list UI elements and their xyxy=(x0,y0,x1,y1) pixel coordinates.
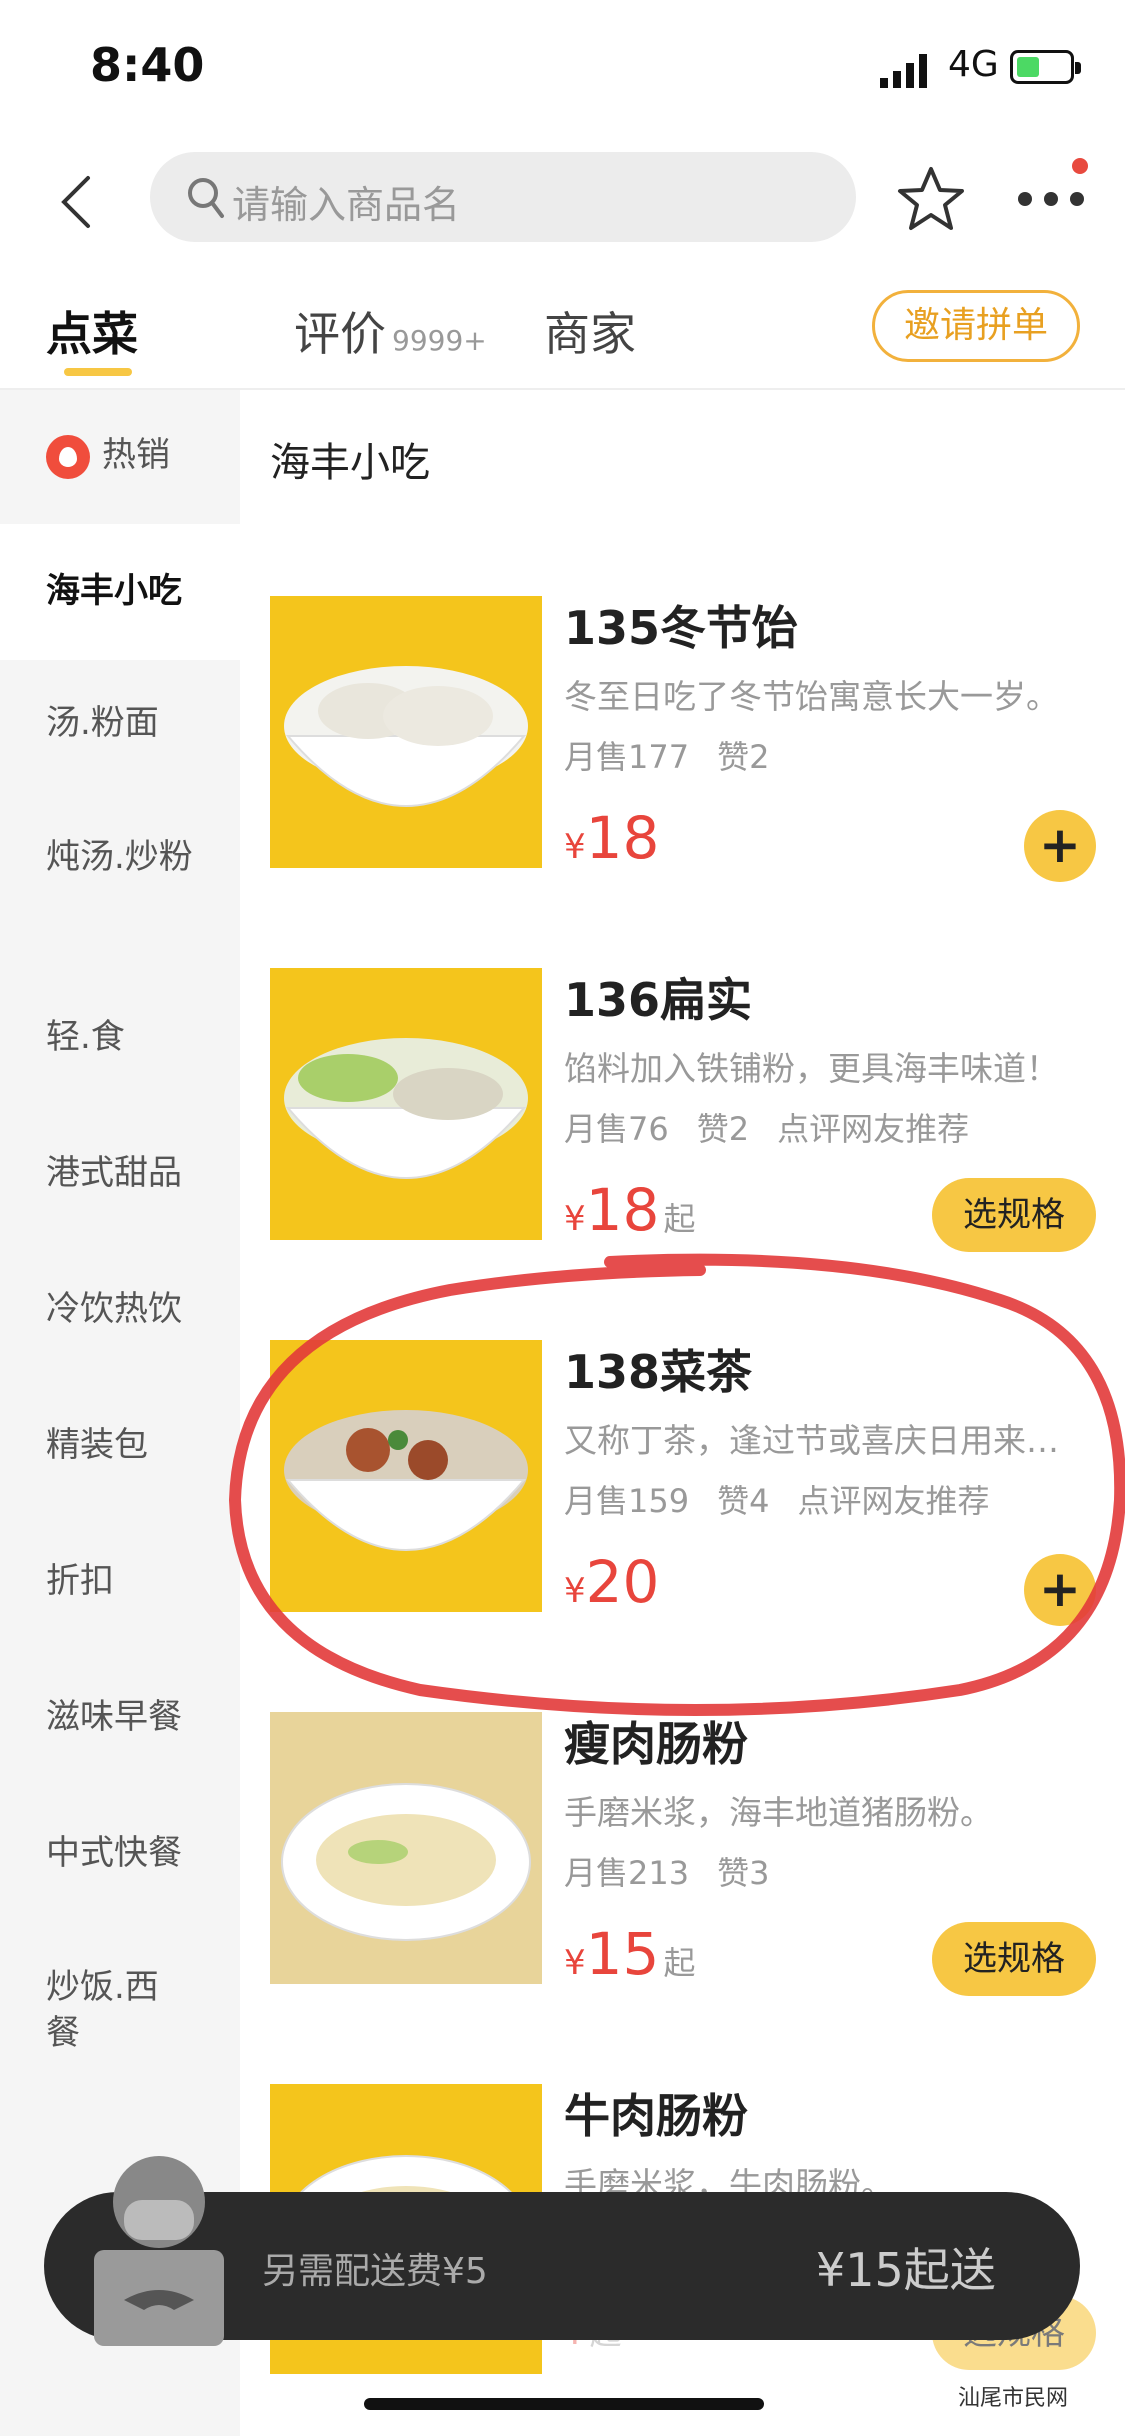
tab-order[interactable]: 点菜 xyxy=(46,298,138,364)
currency-symbol: ¥ xyxy=(564,1943,586,1983)
search-placeholder: 请输入商品名 xyxy=(232,183,461,227)
product-description: 冬至日吃了冬节饴寓意长大一岁。 xyxy=(564,677,1059,716)
reviews-count: 9999+ xyxy=(392,324,487,357)
product-price: ¥18 xyxy=(564,804,659,872)
currency-symbol: ¥ xyxy=(564,827,586,867)
sidebar-item-drinks[interactable]: 冷饮热饮 xyxy=(0,1286,240,1332)
product-price: ¥20 xyxy=(564,1548,659,1616)
notification-dot xyxy=(1072,158,1088,174)
tab-active-indicator xyxy=(64,368,132,376)
sidebar-item-label: 中式快餐 xyxy=(46,1833,182,1873)
sidebar-item-light-meal[interactable]: 轻.食 xyxy=(0,1014,240,1060)
product-stats: 月售213 赞3 xyxy=(564,1848,797,1894)
status-time: 8:40 xyxy=(90,38,205,92)
watermark: 汕尾市民网 xyxy=(958,2386,1069,2411)
soup-bowl-image xyxy=(284,1038,528,1179)
back-icon[interactable] xyxy=(56,172,96,232)
likes-count: 赞2 xyxy=(696,1110,750,1148)
sidebar-item-hot[interactable]: 热销 xyxy=(0,432,240,479)
rice-tea-bowl-image xyxy=(284,1410,528,1551)
sidebar-item-label: 炒饭.西餐 xyxy=(46,1967,159,2053)
price-value: 20 xyxy=(585,1548,660,1616)
product-name: 135冬节饴 xyxy=(564,601,799,655)
favorite-star-icon[interactable] xyxy=(896,164,966,234)
product-description: 又称丁茶，逢过节或喜庆日用来… xyxy=(564,1421,1059,1460)
signal-icon xyxy=(880,54,927,88)
courier-mascot-icon[interactable] xyxy=(84,2150,234,2348)
invite-group-order-button[interactable]: 邀请拼单 xyxy=(872,290,1080,362)
currency-symbol: ¥ xyxy=(564,1199,586,1239)
more-icon[interactable] xyxy=(1016,186,1088,210)
delivery-fee: 另需配送费¥5 xyxy=(262,2251,488,2292)
section-title: 海丰小吃 xyxy=(270,440,430,486)
tab-reviews[interactable]: 评价 9999+ xyxy=(294,298,487,364)
likes-count: 赞4 xyxy=(717,1482,770,1520)
sidebar-item-fried-rice-western[interactable]: 炒饭.西餐 xyxy=(0,1964,170,2056)
dumpling-bowl-image xyxy=(284,666,528,807)
price-from-label: 起 xyxy=(663,1200,696,1238)
search-input[interactable]: 请输入商品名 xyxy=(150,152,856,242)
category-sidebar: 热销 海丰小吃 汤.粉面 炖汤.炒粉 轻.食 港式甜品 冷饮热饮 精装包 折扣 … xyxy=(0,390,240,2436)
monthly-sales: 月售213 xyxy=(564,1854,690,1892)
product-stats: 月售159 赞4 点评网友推荐 xyxy=(564,1476,1017,1522)
fire-icon xyxy=(46,434,90,479)
sidebar-item-hk-dessert[interactable]: 港式甜品 xyxy=(0,1150,240,1196)
monthly-sales: 月售76 xyxy=(564,1110,669,1148)
sidebar-item-label: 炖汤.炒粉 xyxy=(46,837,193,877)
product-price: ¥18 起 xyxy=(564,1176,695,1244)
product-image[interactable] xyxy=(270,968,542,1240)
product-stats: 月售76 赞2 点评网友推荐 xyxy=(564,1104,997,1150)
sidebar-item-soup-noodles[interactable]: 汤.粉面 xyxy=(0,700,240,746)
likes-count: 赞2 xyxy=(717,738,770,776)
tab-reviews-label: 评价 xyxy=(294,307,386,361)
product-name: 138菜茶 xyxy=(564,1345,753,1399)
add-to-cart-button[interactable]: + xyxy=(1024,1554,1096,1626)
sidebar-item-label: 冷饮热饮 xyxy=(46,1289,182,1329)
sidebar-item-chinese-fast-food[interactable]: 中式快餐 xyxy=(0,1830,240,1876)
sidebar-item-label: 折扣 xyxy=(46,1561,114,1601)
network-label: 4G xyxy=(948,44,999,85)
price-value: 18 xyxy=(585,804,660,872)
monthly-sales: 月售177 xyxy=(564,738,690,776)
min-order-amount: ¥15起送 xyxy=(816,2243,996,2297)
rice-roll-plate-image xyxy=(281,1783,531,1941)
tab-merchant[interactable]: 商家 xyxy=(544,298,636,364)
product-image[interactable] xyxy=(270,596,542,868)
select-spec-button[interactable]: 选规格 xyxy=(932,1178,1096,1252)
sidebar-item-label: 热销 xyxy=(102,435,170,475)
product-name: 136扁实 xyxy=(564,973,753,1027)
sidebar-item-stew-fried-noodles[interactable]: 炖汤.炒粉 xyxy=(0,834,200,880)
sidebar-item-breakfast[interactable]: 滋味早餐 xyxy=(0,1694,240,1740)
sidebar-item-haifeng-snacks[interactable]: 海丰小吃 xyxy=(0,524,240,660)
sidebar-item-label: 精装包 xyxy=(46,1425,148,1465)
search-icon xyxy=(188,178,224,218)
battery-icon xyxy=(1010,50,1081,84)
sidebar-item-label: 汤.粉面 xyxy=(46,703,159,743)
monthly-sales: 月售159 xyxy=(564,1482,690,1520)
likes-count: 赞3 xyxy=(717,1854,770,1892)
sidebar-item-label: 海丰小吃 xyxy=(46,571,182,611)
product-stats: 月售177 赞2 xyxy=(564,732,797,778)
product-name: 瘦肉肠粉 xyxy=(564,1717,748,1771)
product-image[interactable] xyxy=(270,1712,542,1984)
sidebar-item-packaged[interactable]: 精装包 xyxy=(0,1422,240,1468)
sidebar-item-discount[interactable]: 折扣 xyxy=(0,1558,240,1604)
sidebar-item-label: 轻.食 xyxy=(46,1017,125,1057)
price-from-label: 起 xyxy=(663,1944,696,1982)
currency-symbol: ¥ xyxy=(564,1571,586,1611)
price-value: 18 xyxy=(585,1176,660,1244)
product-image[interactable] xyxy=(270,1340,542,1612)
product-description: 馅料加入铁铺粉，更具海丰味道！ xyxy=(564,1049,1059,1088)
home-indicator xyxy=(364,2398,764,2410)
recommend-tag: 点评网友推荐 xyxy=(777,1110,970,1148)
product-description: 手磨米浆，海丰地道猪肠粉。 xyxy=(564,1793,993,1832)
sidebar-item-label: 港式甜品 xyxy=(46,1153,182,1193)
product-name: 牛肉肠粉 xyxy=(564,2089,748,2143)
price-value: 15 xyxy=(585,1920,660,1988)
add-to-cart-button[interactable]: + xyxy=(1024,810,1096,882)
product-price: ¥15 起 xyxy=(564,1920,695,1988)
sidebar-item-label: 滋味早餐 xyxy=(46,1697,182,1737)
recommend-tag: 点评网友推荐 xyxy=(797,1482,990,1520)
select-spec-button[interactable]: 选规格 xyxy=(932,1922,1096,1996)
